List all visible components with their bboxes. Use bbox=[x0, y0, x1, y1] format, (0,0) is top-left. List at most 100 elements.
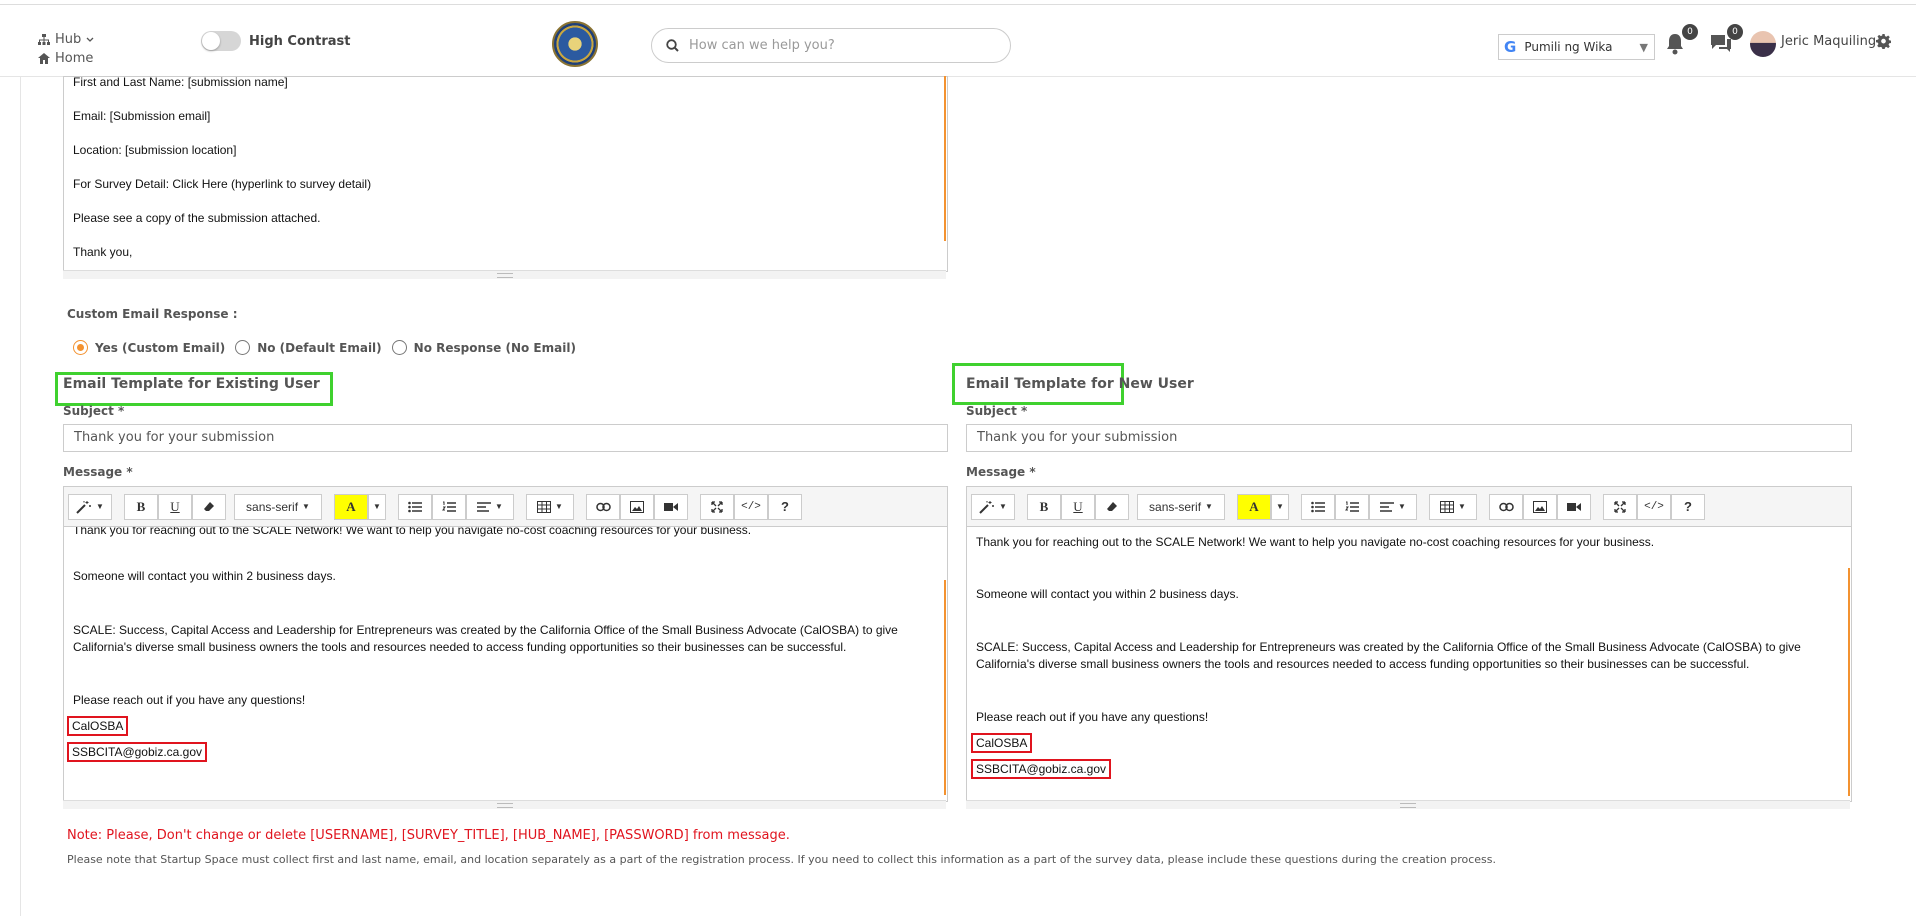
existing-user-title: Email Template for Existing User bbox=[63, 376, 320, 392]
radio-button[interactable] bbox=[73, 340, 88, 355]
search-icon bbox=[666, 39, 679, 52]
signature-email-highlight: SSBCITA@gobiz.ca.gov bbox=[971, 759, 1112, 779]
message-line: Thank you for reaching out to the SCALE … bbox=[73, 526, 752, 537]
help-button[interactable]: ? bbox=[1671, 493, 1705, 520]
fullscreen-button[interactable] bbox=[700, 493, 734, 520]
link-button[interactable] bbox=[1489, 493, 1523, 520]
magic-wand-button[interactable]: ▼ bbox=[971, 493, 1015, 520]
new-subject-input[interactable]: Thank you for your submission bbox=[966, 424, 1852, 452]
bullet-list-button[interactable] bbox=[1301, 493, 1335, 520]
font-family-select[interactable]: sans-serif ▼ bbox=[1137, 493, 1225, 520]
underline-button[interactable]: U bbox=[158, 493, 192, 520]
align-left-icon bbox=[1380, 501, 1395, 512]
existing-subject-input[interactable]: Thank you for your submission bbox=[63, 424, 948, 452]
editor-line: First and Last Name: [submission name] bbox=[73, 76, 288, 89]
message-scrollbar[interactable] bbox=[1848, 568, 1850, 796]
new-user-title: Email Template for New User bbox=[966, 376, 1194, 392]
help-button[interactable]: ? bbox=[768, 493, 802, 520]
hub-menu[interactable]: Hub bbox=[38, 32, 94, 47]
video-icon bbox=[1567, 502, 1581, 511]
user-name[interactable]: Jeric Maquiling bbox=[1781, 34, 1876, 49]
editor-line: Location: [submission location] bbox=[73, 143, 237, 157]
paragraph-align-button[interactable]: ▼ bbox=[466, 493, 514, 520]
messages-button[interactable]: 0 bbox=[1709, 24, 1743, 58]
home-icon bbox=[38, 53, 50, 64]
code-view-button[interactable]: </> bbox=[734, 493, 768, 520]
bullet-list-button[interactable] bbox=[398, 493, 432, 520]
numbered-list-icon bbox=[442, 501, 456, 512]
magic-wand-button[interactable]: ▼ bbox=[68, 493, 112, 520]
high-contrast-label: High Contrast bbox=[249, 33, 351, 49]
signature-name-highlight: CalOSBA bbox=[67, 716, 129, 736]
warning-note: Note: Please, Don't change or delete [US… bbox=[67, 828, 790, 843]
radio-button[interactable] bbox=[391, 340, 407, 355]
eraser-icon bbox=[1107, 501, 1117, 511]
image-icon bbox=[630, 500, 644, 513]
radio-no-response[interactable]: No Response (No Email) bbox=[391, 340, 576, 355]
message-line: Someone will contact you within 2 busine… bbox=[73, 569, 336, 583]
numbered-list-button[interactable] bbox=[1335, 493, 1369, 520]
video-button[interactable] bbox=[1557, 493, 1591, 520]
underline-button[interactable]: U bbox=[1061, 493, 1095, 520]
video-button[interactable] bbox=[654, 493, 688, 520]
table-button[interactable]: ▼ bbox=[1429, 493, 1477, 520]
color-dropdown-button[interactable]: ▼ bbox=[1271, 493, 1289, 520]
table-button[interactable]: ▼ bbox=[526, 493, 574, 520]
image-button[interactable] bbox=[1523, 493, 1557, 520]
message-resize-handle[interactable] bbox=[63, 800, 946, 809]
fullscreen-icon bbox=[711, 500, 723, 513]
notification-editor-body[interactable]: First and Last Name: [submission name] E… bbox=[63, 76, 948, 272]
home-link[interactable]: Home bbox=[38, 51, 93, 66]
highlight-color-button[interactable]: A bbox=[1237, 493, 1271, 520]
eraser-button[interactable] bbox=[1095, 493, 1129, 520]
chevron-down-icon bbox=[86, 37, 94, 42]
editor-resize-handle[interactable] bbox=[63, 270, 946, 279]
avatar[interactable] bbox=[1750, 31, 1776, 57]
link-button[interactable] bbox=[586, 493, 620, 520]
radio-no-default[interactable]: No (Default Email) bbox=[235, 340, 382, 355]
search-bar bbox=[651, 28, 1011, 63]
signature-name-highlight: CalOSBA bbox=[971, 733, 1033, 753]
dropdown-arrow-icon: ▼ bbox=[1639, 40, 1648, 54]
radio-label: Yes (Custom Email) bbox=[95, 340, 226, 355]
numbered-list-button[interactable] bbox=[432, 493, 466, 520]
high-contrast-toggle[interactable] bbox=[201, 31, 241, 51]
gear-icon[interactable] bbox=[1876, 34, 1891, 49]
bold-button[interactable]: B bbox=[1027, 493, 1061, 520]
radio-yes-custom[interactable]: Yes (Custom Email) bbox=[73, 340, 225, 355]
message-scrollbar[interactable] bbox=[944, 580, 946, 795]
radio-label: No (Default Email) bbox=[257, 340, 382, 355]
magic-wand-icon bbox=[979, 500, 995, 514]
paragraph-align-button[interactable]: ▼ bbox=[1369, 493, 1417, 520]
fullscreen-button[interactable] bbox=[1603, 493, 1637, 520]
new-editor-toolbar: ▼ B U sans-serif ▼ A ▼ ▼ ▼ </> ? bbox=[966, 486, 1852, 527]
bullet-list-icon bbox=[1311, 501, 1325, 512]
editor-line: Email: [Submission email] bbox=[73, 109, 211, 123]
eraser-button[interactable] bbox=[192, 493, 226, 520]
radio-button[interactable] bbox=[235, 340, 251, 355]
editor-scrollbar[interactable] bbox=[944, 76, 946, 241]
link-icon bbox=[595, 502, 611, 511]
align-left-icon bbox=[477, 501, 492, 512]
notifications-button[interactable]: 0 bbox=[1664, 24, 1698, 58]
message-line: California's diverse small business owne… bbox=[976, 657, 1750, 671]
language-label: Pumili ng Wika bbox=[1524, 40, 1613, 54]
top-header: Hub Home High Contrast G Pumili ng Wika … bbox=[0, 5, 1916, 77]
highlight-color-button[interactable]: A bbox=[334, 493, 368, 520]
existing-editor-toolbar: ▼ B U sans-serif ▼ A ▼ ▼ ▼ </> ? bbox=[63, 486, 948, 527]
bold-button[interactable]: B bbox=[124, 493, 158, 520]
language-select[interactable]: G Pumili ng Wika ▼ bbox=[1498, 34, 1655, 60]
editor-line: Thank you, bbox=[73, 245, 133, 259]
search-input[interactable] bbox=[687, 37, 991, 54]
message-line: Someone will contact you within 2 busine… bbox=[976, 587, 1239, 601]
notifications-badge: 0 bbox=[1682, 24, 1698, 40]
color-dropdown-button[interactable]: ▼ bbox=[368, 493, 386, 520]
code-view-button[interactable]: </> bbox=[1637, 493, 1671, 520]
radio-label: No Response (No Email) bbox=[413, 340, 576, 355]
image-button[interactable] bbox=[620, 493, 654, 520]
font-family-select[interactable]: sans-serif ▼ bbox=[234, 493, 322, 520]
signature-email-highlight: SSBCITA@gobiz.ca.gov bbox=[67, 742, 208, 762]
message-resize-handle[interactable] bbox=[966, 800, 1850, 809]
message-line: Thank you for reaching out to the SCALE … bbox=[976, 535, 1655, 549]
table-icon bbox=[537, 500, 552, 513]
